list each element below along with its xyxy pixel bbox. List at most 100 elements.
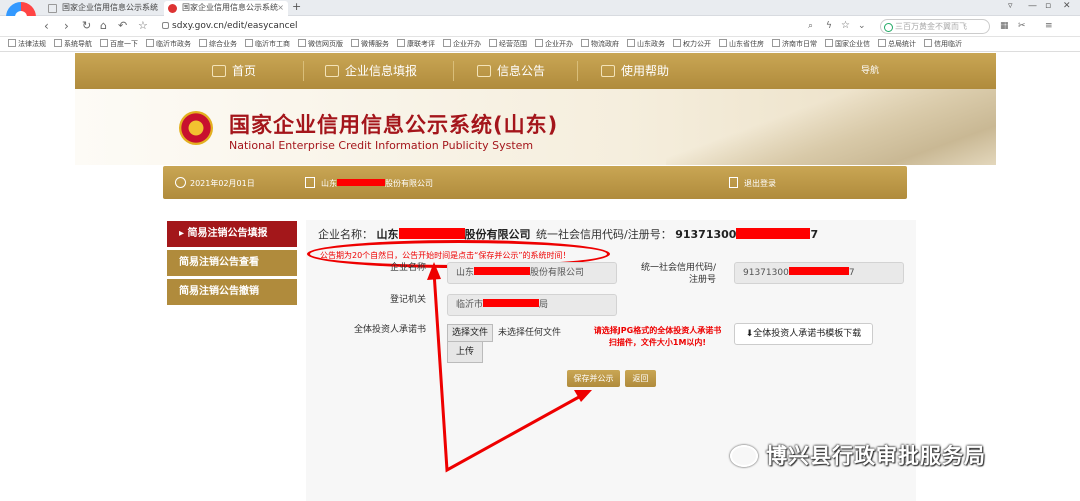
choose-file-button[interactable]: 选择文件 xyxy=(447,324,494,342)
forward-icon[interactable]: › xyxy=(64,19,69,33)
reload-icon[interactable]: ↻ xyxy=(82,19,91,33)
save-and-publish-button[interactable]: 保存并公示 xyxy=(567,370,620,387)
bookmark-item[interactable]: 综合业务 xyxy=(199,37,237,51)
menu-icon[interactable]: ≡ xyxy=(1045,19,1053,33)
company-name-field[interactable]: 山东 股份有限公司 xyxy=(447,262,617,284)
header-code-suffix: 7 xyxy=(810,228,819,241)
nav-label: 首页 xyxy=(232,64,257,78)
browser-tab-active[interactable]: 国家企业信用信息公示系统 × xyxy=(164,1,288,16)
url-field[interactable]: sdxy.gov.cn/edit/easycancel xyxy=(162,19,802,34)
sidebar-item-cancel-fill[interactable]: ▸ 简易注销公告填报 xyxy=(167,221,297,247)
bookmark-item[interactable]: 总局统计 xyxy=(878,37,916,51)
bookmark-item[interactable]: 信用临沂 xyxy=(924,37,962,51)
nav-divider xyxy=(303,61,304,81)
back-icon[interactable]: ‹ xyxy=(44,19,49,33)
bookmark-item[interactable]: 国家企业信 xyxy=(825,37,870,51)
company-suffix: 股份有限公司 xyxy=(385,179,433,188)
close-icon[interactable]: × xyxy=(151,1,158,15)
header-name-prefix: 山东 xyxy=(376,228,399,241)
watermark: 博兴县行政审批服务局 xyxy=(730,440,986,470)
home-icon[interactable]: ⌂ xyxy=(100,19,107,33)
authority-field[interactable]: 临沂市 局 xyxy=(447,294,617,316)
redaction xyxy=(474,267,531,275)
logout-icon xyxy=(729,177,738,188)
tab-label: 国家企业信用信息公示系统 xyxy=(62,3,158,12)
watermark-text: 博兴县行政审批服务局 xyxy=(766,444,986,468)
bookmark-item[interactable]: 临沂市政务 xyxy=(146,37,191,51)
sidebar-label: 简易注销公告撤销 xyxy=(179,286,259,297)
download-template-button[interactable]: ⬇全体投资人承诺书模板下载 xyxy=(734,323,873,345)
url-text: sdxy.gov.cn/edit/easycancel xyxy=(172,21,298,31)
close-icon[interactable]: × xyxy=(277,1,284,15)
site-banner: 国家企业信用信息公示系统(山东) National Enterprise Cre… xyxy=(75,89,996,165)
bookmark-item[interactable]: 微信网页版 xyxy=(298,37,343,51)
nav-item-enterprise-report[interactable]: 企业信息填报 xyxy=(325,63,417,79)
date-display: 2021年02月01日 xyxy=(175,177,255,189)
credit-code-field[interactable]: 91371300 7 xyxy=(734,262,904,284)
lock-icon xyxy=(162,22,169,29)
bookmark-item[interactable]: 山东政务 xyxy=(627,37,665,51)
company-name-label: 企业名称 xyxy=(389,263,426,273)
nav-item-announcement[interactable]: 信息公告 xyxy=(477,63,545,79)
minimize-icon[interactable]: — xyxy=(1028,1,1037,11)
bookmark-item[interactable]: 微博服务 xyxy=(351,37,389,51)
bookmark-item[interactable]: 权力公开 xyxy=(673,37,711,51)
bookmark-item[interactable]: 山东省住房 xyxy=(719,37,764,51)
bookmark-item[interactable]: 康联考评 xyxy=(397,37,435,51)
date-text: 2021年02月01日 xyxy=(190,179,255,188)
sidebar-label: 简易注销公告查看 xyxy=(179,257,259,268)
shield-icon[interactable]: ▿ xyxy=(1008,1,1013,11)
clock-icon xyxy=(175,177,186,188)
upload-hint: 请选择JPG格式的全体投资人承诺书扫描件，文件大小1M以内! xyxy=(593,326,722,347)
browser-search-input[interactable]: 三百万黄金不翼而飞 xyxy=(880,19,990,34)
sidebar-item-cancel-revoke[interactable]: 简易注销公告撤销 xyxy=(167,279,297,305)
credit-code-label: 统一社会信用代码/注册号 xyxy=(640,263,716,285)
bookmark-item[interactable]: 系统导航 xyxy=(54,37,92,51)
zoom-icon[interactable]: ⌕ xyxy=(808,19,813,33)
company-prefix: 山东 xyxy=(321,179,337,188)
nav-item-guide[interactable]: 导航 xyxy=(861,63,879,79)
redaction xyxy=(736,228,811,239)
bookmark-item[interactable]: 物流政府 xyxy=(581,37,619,51)
window-close-icon[interactable]: ✕ xyxy=(1063,1,1071,11)
user-info-bar: 2021年02月01日 山东 股份有限公司 退出登录 xyxy=(163,166,907,199)
speaker-icon xyxy=(601,65,615,77)
bolt-icon[interactable]: ϟ xyxy=(826,19,832,33)
star-icon[interactable]: ☆ xyxy=(138,19,148,33)
back-button[interactable]: 返回 xyxy=(625,370,656,387)
nav-label: 信息公告 xyxy=(497,64,546,78)
no-file-text: 未选择任何文件 xyxy=(498,328,562,338)
undo-icon[interactable]: ↶ xyxy=(118,19,127,33)
favorite-icon[interactable]: ☆ xyxy=(841,19,850,33)
bookmark-item[interactable]: 济南市日常 xyxy=(772,37,817,51)
bookmark-item[interactable]: 经营范围 xyxy=(489,37,527,51)
nav-label: 企业信息填报 xyxy=(345,64,418,78)
header-name-label: 企业名称： xyxy=(318,228,373,241)
logout-label: 退出登录 xyxy=(744,179,776,188)
nav-item-help[interactable]: 使用帮助 xyxy=(601,63,669,79)
new-tab-icon[interactable]: + xyxy=(292,0,301,13)
code-value-suffix: 7 xyxy=(848,268,855,278)
dropdown-icon[interactable]: ⌄ xyxy=(858,19,866,33)
download-label: 全体投资人承诺书模板下载 xyxy=(753,329,862,339)
sidebar-label: 简易注销公告填报 xyxy=(187,228,268,239)
building-icon xyxy=(305,177,315,188)
browser-tab[interactable]: 国家企业信用信息公示系统 × xyxy=(44,1,162,16)
national-emblem-icon xyxy=(179,111,213,145)
bookmark-item[interactable]: 企业开办 xyxy=(443,37,481,51)
nav-divider xyxy=(453,61,454,81)
bookmark-item[interactable]: 临沂市工商 xyxy=(245,37,290,51)
authority-value-suffix: 局 xyxy=(539,300,549,310)
bookmark-item[interactable]: 法律法规 xyxy=(8,37,46,51)
authority-label: 登记机关 xyxy=(389,295,426,305)
tab-label: 国家企业信用信息公示系统 xyxy=(182,3,278,12)
maximize-icon[interactable]: ▫ xyxy=(1045,1,1051,11)
extensions-icon[interactable]: ▦ xyxy=(1000,19,1009,33)
upload-button[interactable]: 上传 xyxy=(447,341,484,363)
nav-item-home[interactable]: 首页 xyxy=(212,63,256,79)
bookmark-item[interactable]: 百度一下 xyxy=(100,37,138,51)
bookmark-item[interactable]: 企业开办 xyxy=(535,37,573,51)
scissors-icon[interactable]: ✂ xyxy=(1018,19,1026,33)
logout-link[interactable]: 退出登录 xyxy=(729,177,776,189)
sidebar-item-cancel-view[interactable]: 简易注销公告查看 xyxy=(167,250,297,276)
